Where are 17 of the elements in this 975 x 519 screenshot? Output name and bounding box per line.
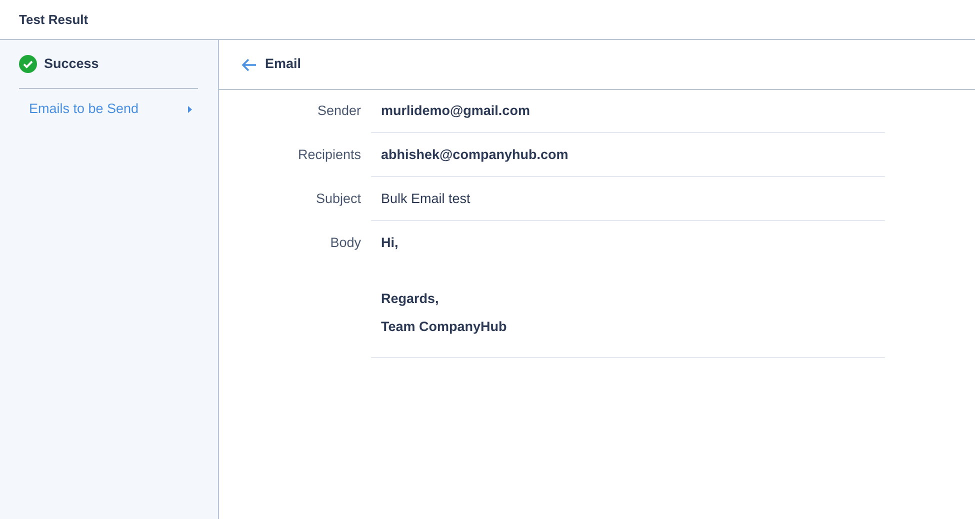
field-label: Recipients bbox=[296, 146, 362, 164]
status-label: Success bbox=[44, 54, 99, 73]
field-label: Body bbox=[329, 234, 362, 252]
field-value: murlidemo@gmail.com bbox=[371, 90, 885, 133]
check-circle-icon bbox=[19, 55, 37, 73]
field-value: Bulk Email test bbox=[371, 177, 885, 221]
back-button[interactable] bbox=[241, 58, 257, 72]
body-line: Hi, bbox=[381, 234, 400, 252]
panel-title: Email bbox=[265, 55, 302, 74]
field-value: abhishek@companyhub.com bbox=[371, 133, 885, 177]
body-line: Regards, bbox=[381, 290, 440, 308]
caret-icon bbox=[188, 106, 192, 112]
field-label: Sender bbox=[316, 102, 362, 120]
sidebar-item[interactable]: Emails to be Send bbox=[19, 89, 198, 129]
field-label: Subject bbox=[314, 190, 362, 208]
body-line: Team CompanyHub bbox=[381, 318, 508, 336]
page-title: Test Result bbox=[19, 10, 88, 29]
